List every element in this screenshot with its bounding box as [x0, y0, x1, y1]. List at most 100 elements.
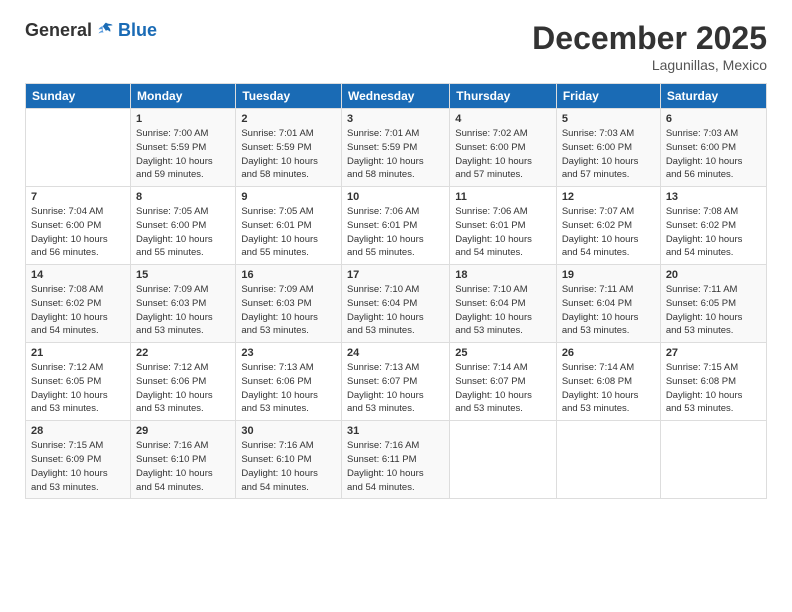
day-number: 22 — [136, 347, 230, 359]
calendar-week-row: 28Sunrise: 7:15 AM Sunset: 6:09 PM Dayli… — [26, 421, 767, 499]
day-number: 4 — [455, 113, 551, 125]
day-number: 25 — [455, 347, 551, 359]
calendar-cell: 25 Sunrise: 7:14 AM Sunset: 6:07 PM Dayli… — [450, 343, 557, 421]
calendar-cell: 15 Sunrise: 7:09 AM Sunset: 6:03 PM Dayli… — [131, 265, 236, 343]
day-info: Sunrise: 7:06 AM Sunset: 6:01 PM Dayligh… — [347, 205, 444, 260]
day-number: 2 — [241, 113, 336, 125]
calendar-cell: 22 Sunrise: 7:12 AM Sunset: 6:06 PM Dayli… — [131, 343, 236, 421]
calendar-cell: 20 Sunrise: 7:11 AM Sunset: 6:05 PM Dayli… — [660, 265, 766, 343]
day-info: Sunrise: 7:01 AM Sunset: 5:59 PM Dayligh… — [347, 127, 444, 182]
logo-bird-icon — [96, 21, 116, 41]
day-number: 5 — [562, 113, 655, 125]
day-number: 29 — [136, 425, 230, 437]
day-info: Sunrise: 7:12 AM Sunset: 6:06 PM Dayligh… — [136, 361, 230, 416]
day-info: Sunrise: 7:16 AM Sunset: 6:10 PM Dayligh… — [136, 439, 230, 494]
calendar-table: Sunday Monday Tuesday Wednesday Thursday… — [25, 83, 767, 499]
calendar-cell: 17 Sunrise: 7:10 AM Sunset: 6:04 PM Dayli… — [342, 265, 450, 343]
day-number: 15 — [136, 269, 230, 281]
day-number: 9 — [241, 191, 336, 203]
logo-general: General — [25, 20, 92, 41]
day-number: 26 — [562, 347, 655, 359]
logo: General Blue — [25, 20, 157, 41]
calendar-week-row: 14Sunrise: 7:08 AM Sunset: 6:02 PM Dayli… — [26, 265, 767, 343]
day-info: Sunrise: 7:09 AM Sunset: 6:03 PM Dayligh… — [136, 283, 230, 338]
day-number: 20 — [666, 269, 761, 281]
day-info: Sunrise: 7:02 AM Sunset: 6:00 PM Dayligh… — [455, 127, 551, 182]
day-number: 16 — [241, 269, 336, 281]
day-info: Sunrise: 7:12 AM Sunset: 6:05 PM Dayligh… — [31, 361, 125, 416]
header: General Blue December 2025 Lagunillas, M… — [25, 20, 767, 73]
calendar-cell: 8 Sunrise: 7:05 AM Sunset: 6:00 PM Daylig… — [131, 187, 236, 265]
calendar-week-row: 1 Sunrise: 7:00 AM Sunset: 5:59 PM Daylig… — [26, 109, 767, 187]
day-info: Sunrise: 7:10 AM Sunset: 6:04 PM Dayligh… — [347, 283, 444, 338]
day-info: Sunrise: 7:08 AM Sunset: 6:02 PM Dayligh… — [666, 205, 761, 260]
col-sunday: Sunday — [26, 84, 131, 109]
day-info: Sunrise: 7:04 AM Sunset: 6:00 PM Dayligh… — [31, 205, 125, 260]
title-area: December 2025 Lagunillas, Mexico — [532, 20, 767, 73]
calendar-cell: 9Sunrise: 7:05 AM Sunset: 6:01 PM Daylig… — [236, 187, 342, 265]
day-number: 21 — [31, 347, 125, 359]
day-number: 24 — [347, 347, 444, 359]
day-number: 12 — [562, 191, 655, 203]
day-info: Sunrise: 7:00 AM Sunset: 5:59 PM Dayligh… — [136, 127, 230, 182]
day-info: Sunrise: 7:11 AM Sunset: 6:05 PM Dayligh… — [666, 283, 761, 338]
logo-blue: Blue — [118, 20, 157, 41]
calendar-week-row: 7 Sunrise: 7:04 AM Sunset: 6:00 PM Daylig… — [26, 187, 767, 265]
day-number: 18 — [455, 269, 551, 281]
day-number: 7 — [31, 191, 125, 203]
day-number: 19 — [562, 269, 655, 281]
day-info: Sunrise: 7:14 AM Sunset: 6:07 PM Dayligh… — [455, 361, 551, 416]
calendar-cell: 2 Sunrise: 7:01 AM Sunset: 5:59 PM Daylig… — [236, 109, 342, 187]
day-number: 31 — [347, 425, 444, 437]
calendar-cell: 26 Sunrise: 7:14 AM Sunset: 6:08 PM Dayli… — [556, 343, 660, 421]
day-number: 17 — [347, 269, 444, 281]
calendar-cell: 13Sunrise: 7:08 AM Sunset: 6:02 PM Dayli… — [660, 187, 766, 265]
col-saturday: Saturday — [660, 84, 766, 109]
location: Lagunillas, Mexico — [532, 57, 767, 73]
calendar-cell: 4 Sunrise: 7:02 AM Sunset: 6:00 PM Daylig… — [450, 109, 557, 187]
calendar-cell: 16 Sunrise: 7:09 AM Sunset: 6:03 PM Dayli… — [236, 265, 342, 343]
calendar-cell — [26, 109, 131, 187]
col-wednesday: Wednesday — [342, 84, 450, 109]
header-row: Sunday Monday Tuesday Wednesday Thursday… — [26, 84, 767, 109]
calendar-cell: 31Sunrise: 7:16 AM Sunset: 6:11 PM Dayli… — [342, 421, 450, 499]
calendar-cell: 3 Sunrise: 7:01 AM Sunset: 5:59 PM Daylig… — [342, 109, 450, 187]
day-info: Sunrise: 7:05 AM Sunset: 6:00 PM Dayligh… — [136, 205, 230, 260]
col-tuesday: Tuesday — [236, 84, 342, 109]
day-number: 14 — [31, 269, 125, 281]
calendar-cell — [450, 421, 557, 499]
calendar-cell: 19Sunrise: 7:11 AM Sunset: 6:04 PM Dayli… — [556, 265, 660, 343]
calendar-cell: 11 Sunrise: 7:06 AM Sunset: 6:01 PM Dayli… — [450, 187, 557, 265]
calendar-cell — [660, 421, 766, 499]
day-number: 1 — [136, 113, 230, 125]
day-info: Sunrise: 7:16 AM Sunset: 6:10 PM Dayligh… — [241, 439, 336, 494]
day-number: 3 — [347, 113, 444, 125]
calendar-cell: 30 Sunrise: 7:16 AM Sunset: 6:10 PM Dayli… — [236, 421, 342, 499]
day-number: 8 — [136, 191, 230, 203]
day-info: Sunrise: 7:14 AM Sunset: 6:08 PM Dayligh… — [562, 361, 655, 416]
day-info: Sunrise: 7:13 AM Sunset: 6:07 PM Dayligh… — [347, 361, 444, 416]
calendar-week-row: 21 Sunrise: 7:12 AM Sunset: 6:05 PM Dayli… — [26, 343, 767, 421]
calendar-cell — [556, 421, 660, 499]
calendar-cell: 24 Sunrise: 7:13 AM Sunset: 6:07 PM Dayli… — [342, 343, 450, 421]
calendar-cell: 5Sunrise: 7:03 AM Sunset: 6:00 PM Daylig… — [556, 109, 660, 187]
day-number: 30 — [241, 425, 336, 437]
day-info: Sunrise: 7:01 AM Sunset: 5:59 PM Dayligh… — [241, 127, 336, 182]
calendar-cell: 23Sunrise: 7:13 AM Sunset: 6:06 PM Dayli… — [236, 343, 342, 421]
calendar-cell: 27Sunrise: 7:15 AM Sunset: 6:08 PM Dayli… — [660, 343, 766, 421]
day-info: Sunrise: 7:09 AM Sunset: 6:03 PM Dayligh… — [241, 283, 336, 338]
day-info: Sunrise: 7:15 AM Sunset: 6:08 PM Dayligh… — [666, 361, 761, 416]
day-number: 11 — [455, 191, 551, 203]
calendar-cell: 7 Sunrise: 7:04 AM Sunset: 6:00 PM Daylig… — [26, 187, 131, 265]
day-info: Sunrise: 7:07 AM Sunset: 6:02 PM Dayligh… — [562, 205, 655, 260]
calendar-cell: 12 Sunrise: 7:07 AM Sunset: 6:02 PM Dayli… — [556, 187, 660, 265]
day-info: Sunrise: 7:03 AM Sunset: 6:00 PM Dayligh… — [666, 127, 761, 182]
calendar-cell: 21 Sunrise: 7:12 AM Sunset: 6:05 PM Dayli… — [26, 343, 131, 421]
day-info: Sunrise: 7:06 AM Sunset: 6:01 PM Dayligh… — [455, 205, 551, 260]
calendar-cell: 28Sunrise: 7:15 AM Sunset: 6:09 PM Dayli… — [26, 421, 131, 499]
calendar-cell: 18Sunrise: 7:10 AM Sunset: 6:04 PM Dayli… — [450, 265, 557, 343]
day-number: 10 — [347, 191, 444, 203]
col-friday: Friday — [556, 84, 660, 109]
calendar-body: 1 Sunrise: 7:00 AM Sunset: 5:59 PM Daylig… — [26, 109, 767, 499]
col-monday: Monday — [131, 84, 236, 109]
